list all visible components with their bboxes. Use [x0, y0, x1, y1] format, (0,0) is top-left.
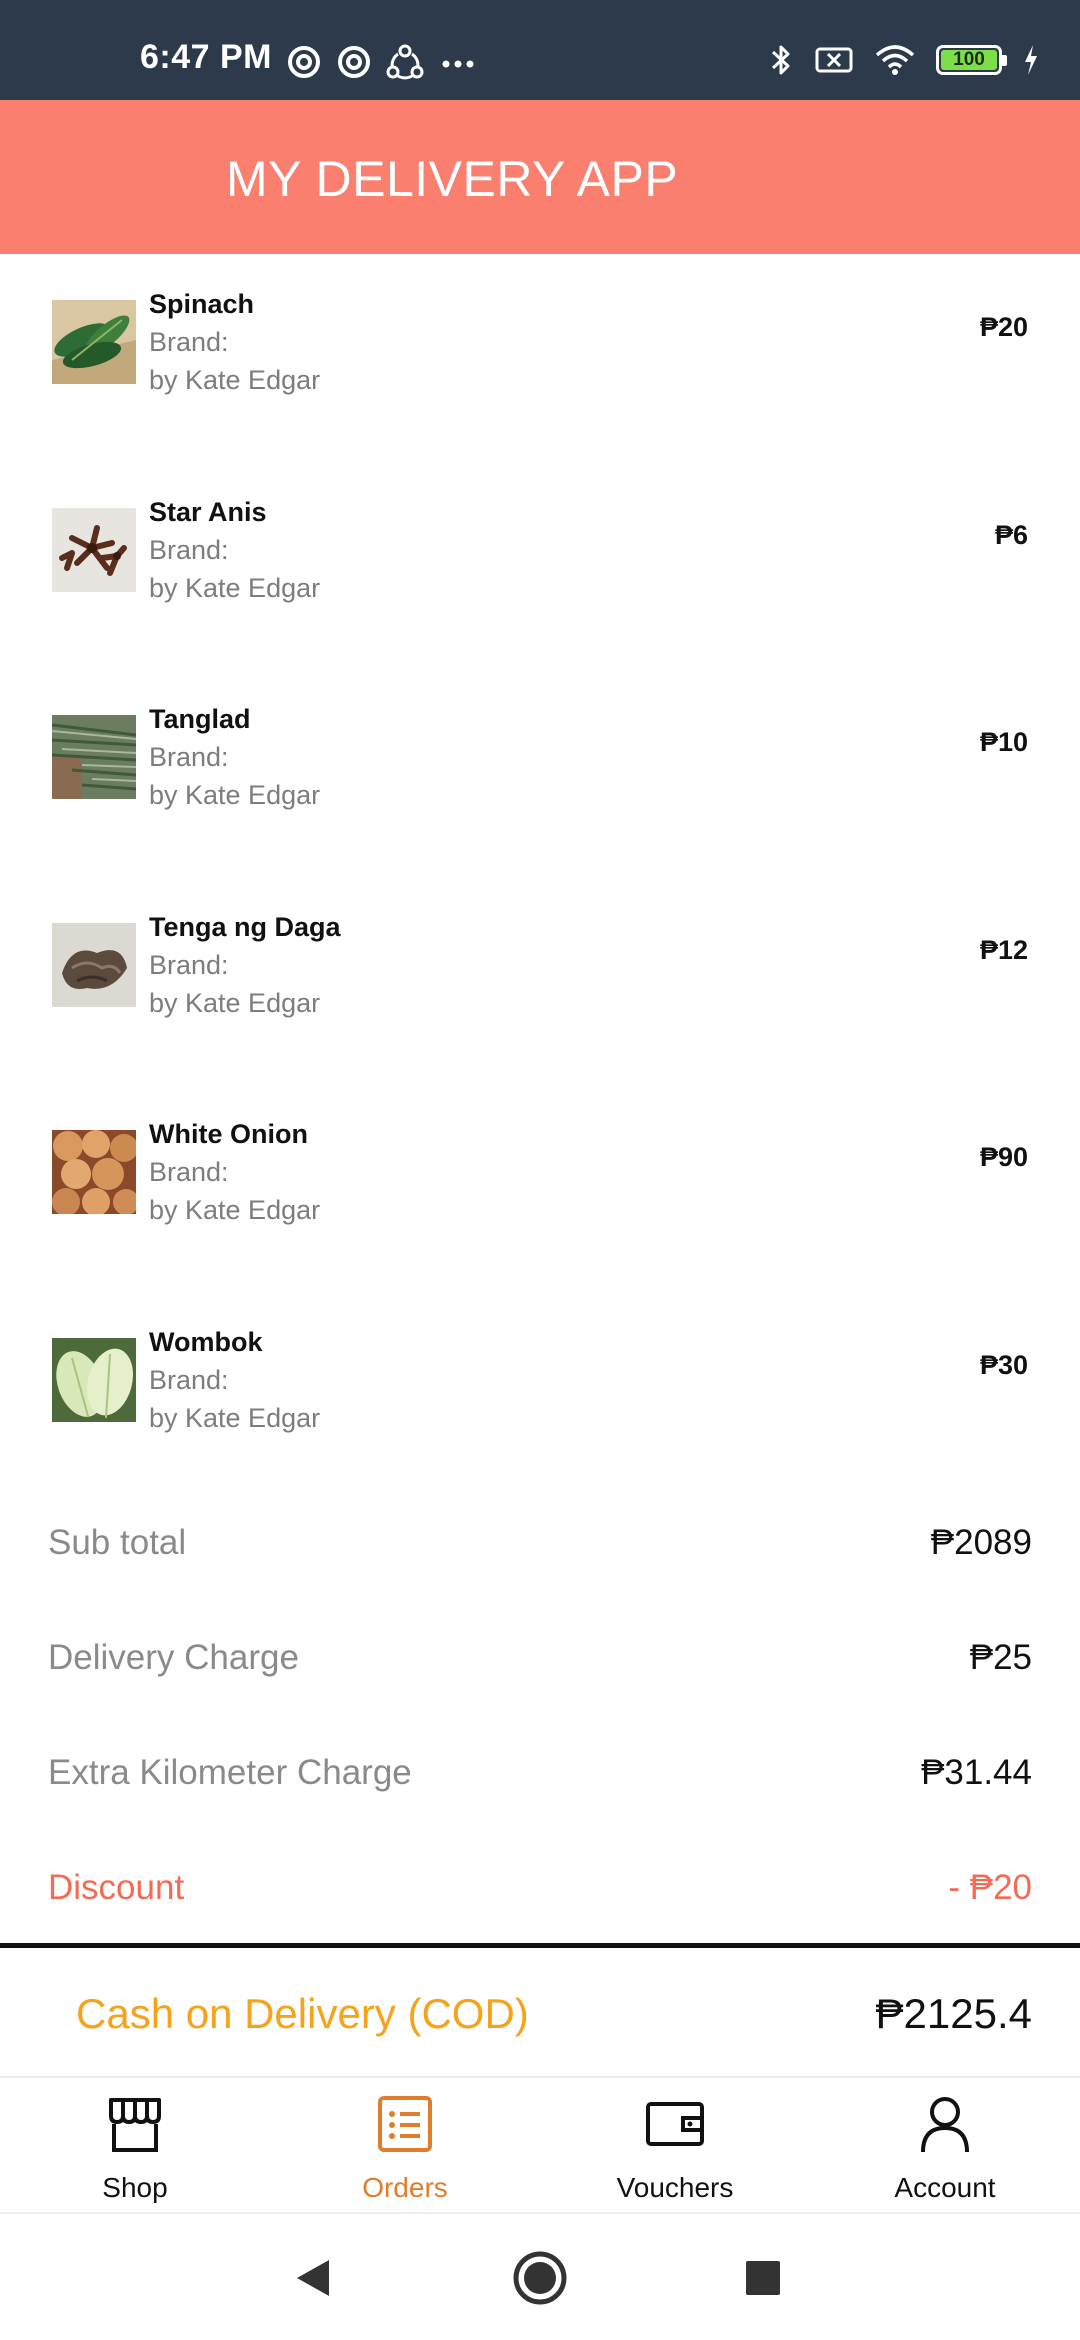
list-item[interactable]: White Onion Brand: by Kate Edgar ₱90	[0, 1084, 1080, 1244]
system-nav-bar	[0, 2212, 1080, 2340]
item-seller: by Kate Edgar	[149, 573, 321, 603]
item-price: ₱30	[979, 1350, 1028, 1380]
charging-bolt-icon	[1025, 45, 1037, 75]
item-price: ₱12	[979, 935, 1028, 965]
list-item[interactable]: Star Anis Brand: by Kate Edgar ₱6	[0, 462, 1080, 622]
item-name: Star Anis	[149, 497, 267, 527]
item-price: ₱6	[994, 520, 1028, 550]
status-bar: 6:47 PM 100	[0, 0, 1080, 100]
item-brand: Brand:	[149, 535, 229, 565]
orders-icon	[378, 2096, 432, 2152]
nav-label: Account	[894, 2172, 996, 2203]
payment-method-label: Cash on Delivery (COD)	[76, 1990, 529, 2037]
app-header: MY DELIVERY APP	[0, 100, 1080, 254]
item-price: ₱90	[979, 1142, 1028, 1172]
item-brand: Brand:	[149, 742, 229, 772]
shop-icon	[109, 2098, 161, 2152]
screen: 6:47 PM 100 MY DELIVERY APP Spinach Bran…	[0, 0, 1080, 2340]
wifi-icon	[875, 45, 915, 75]
item-seller: by Kate Edgar	[149, 1195, 321, 1225]
at-sign-icon	[288, 46, 320, 78]
nav-item-account[interactable]: Account	[810, 2078, 1080, 2214]
share-circle-icon	[386, 44, 424, 80]
nav-label: Shop	[102, 2172, 168, 2203]
extra-km-charge-label: Extra Kilometer Charge	[48, 1753, 412, 1792]
more-dots-icon	[442, 60, 474, 68]
at-sign-icon	[338, 46, 370, 78]
product-thumbnail-white-onion	[52, 1130, 136, 1214]
status-system-icons: 100	[768, 42, 1040, 78]
item-seller: by Kate Edgar	[149, 988, 321, 1018]
status-notification-icons	[286, 44, 478, 80]
item-price: ₱20	[979, 312, 1028, 342]
home-icon[interactable]	[510, 2248, 570, 2308]
subtotal-row: Sub total ₱2089	[0, 1503, 1080, 1583]
delivery-charge-value: ₱25	[969, 1638, 1032, 1677]
item-name: Tenga ng Daga	[149, 912, 341, 942]
list-item[interactable]: Spinach Brand: by Kate Edgar ₱20	[0, 254, 1080, 414]
back-icon[interactable]	[283, 2248, 343, 2308]
recents-icon[interactable]	[733, 2248, 793, 2308]
discount-row: Discount - ₱20	[0, 1848, 1080, 1928]
list-item[interactable]: Tenga ng Daga Brand: by Kate Edgar ₱12	[0, 877, 1080, 1037]
list-item[interactable]: Wombok Brand: by Kate Edgar ₱30	[0, 1292, 1080, 1452]
wallet-icon	[646, 2102, 704, 2146]
bluetooth-icon	[771, 45, 790, 75]
item-brand: Brand:	[149, 1157, 229, 1187]
item-price: ₱10	[979, 727, 1028, 757]
item-brand: Brand:	[149, 1365, 229, 1395]
battery-icon: 100	[936, 45, 1007, 75]
product-thumbnail-tanglad	[52, 715, 136, 799]
nav-item-vouchers[interactable]: Vouchers	[540, 2078, 810, 2214]
nav-item-shop[interactable]: Shop	[0, 2078, 270, 2214]
item-name: Spinach	[149, 289, 255, 319]
subtotal-label: Sub total	[48, 1523, 187, 1562]
bottom-nav: Shop Orders Vouchers Account	[0, 2076, 1080, 2212]
account-icon	[921, 2097, 969, 2153]
item-name: Tanglad	[149, 704, 251, 734]
extra-km-charge-row: Extra Kilometer Charge ₱31.44	[0, 1733, 1080, 1813]
nav-label: Orders	[362, 2172, 448, 2203]
app-title: MY DELIVERY APP	[226, 151, 679, 207]
discount-value: - ₱20	[948, 1868, 1032, 1907]
delivery-charge-row: Delivery Charge ₱25	[0, 1618, 1080, 1698]
subtotal-value: ₱2089	[930, 1523, 1032, 1562]
product-thumbnail-tenga-ng-daga	[52, 923, 136, 1007]
status-time: 6:47 PM	[140, 38, 272, 76]
payment-row[interactable]: Cash on Delivery (COD) ₱2125.4	[0, 1948, 1080, 2076]
list-item[interactable]: Tanglad Brand: by Kate Edgar ₱10	[0, 669, 1080, 829]
delivery-charge-label: Delivery Charge	[48, 1638, 299, 1677]
item-seller: by Kate Edgar	[149, 1403, 321, 1433]
product-thumbnail-wombok	[52, 1338, 136, 1422]
item-name: Wombok	[149, 1327, 263, 1357]
product-thumbnail-spinach	[52, 300, 136, 384]
nav-item-orders[interactable]: Orders	[270, 2078, 540, 2214]
item-brand: Brand:	[149, 327, 229, 357]
item-brand: Brand:	[149, 950, 229, 980]
discount-label: Discount	[48, 1868, 185, 1907]
item-name: White Onion	[149, 1119, 308, 1149]
product-thumbnail-star-anis	[52, 508, 136, 592]
nav-label: Vouchers	[616, 2172, 734, 2203]
order-total: ₱2125.4	[875, 1990, 1032, 2037]
extra-km-charge-value: ₱31.44	[921, 1753, 1032, 1792]
battery-level: 100	[941, 49, 997, 70]
item-seller: by Kate Edgar	[149, 365, 321, 395]
item-seller: by Kate Edgar	[149, 780, 321, 810]
sim-card-icon	[815, 47, 853, 73]
